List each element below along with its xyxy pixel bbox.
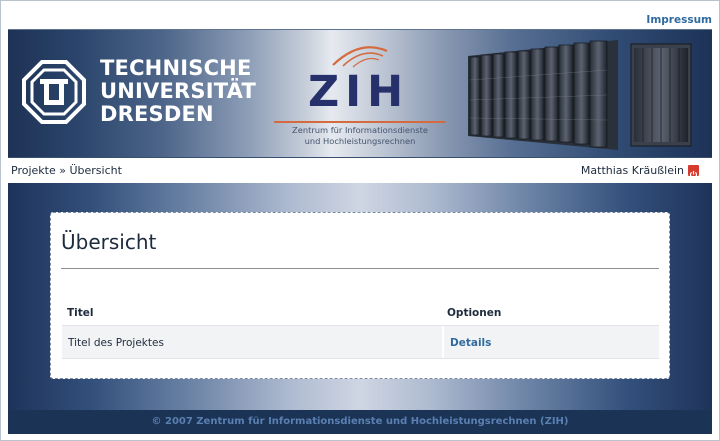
page-title: Übersicht: [61, 230, 157, 254]
zih-divider: [274, 121, 446, 123]
breadcrumb-projekte-link[interactable]: Projekte: [11, 164, 56, 177]
power-icon[interactable]: [688, 165, 699, 179]
breadcrumb-bar: Projekte » Übersicht Matthias Kräußlein: [8, 162, 712, 180]
server-rack-image: [468, 40, 692, 150]
content-area: Übersicht Titel Optionen Titel des Proje…: [8, 183, 712, 410]
zih-subtitle-line-1: Zentrum für Informationsdienste: [292, 125, 428, 135]
tu-dresden-wordmark: TECHNISCHE UNIVERSITÄT DRESDEN: [100, 57, 256, 126]
impressum-link[interactable]: Impressum: [646, 14, 712, 26]
column-separator: [442, 326, 444, 358]
details-link[interactable]: Details: [450, 337, 491, 349]
column-header-titel: Titel: [67, 307, 94, 319]
tu-dresden-logo-icon: [22, 60, 86, 124]
breadcrumb-separator: »: [59, 164, 66, 177]
overview-panel: Übersicht Titel Optionen Titel des Proje…: [50, 212, 670, 379]
zih-subtitle: Zentrum für Informationsdienste und Hoch…: [270, 125, 450, 147]
breadcrumb-current: Übersicht: [69, 164, 122, 177]
logout-power-glyph-icon: [689, 171, 698, 179]
column-header-optionen: Optionen: [447, 307, 502, 319]
project-title-cell: Titel des Projektes: [68, 337, 164, 349]
signal-arcs-icon: [332, 46, 388, 68]
header-banner: TECHNISCHE UNIVERSITÄT DRESDEN ZIH Zentr…: [8, 29, 712, 158]
zih-title: ZIH: [308, 67, 410, 117]
title-divider: [61, 268, 659, 269]
tu-line-1: TECHNISCHE: [100, 56, 252, 80]
table-row: Titel des Projektes Details: [62, 325, 659, 359]
tu-line-3: DRESDEN: [100, 102, 214, 126]
breadcrumb: Projekte » Übersicht: [11, 164, 122, 177]
user-name: Matthias Kräußlein: [580, 164, 684, 177]
zih-logo: ZIH Zentrum für Informationsdienste und …: [270, 39, 450, 149]
zih-subtitle-line-2: und Hochleistungsrechnen: [304, 136, 416, 146]
tu-line-2: UNIVERSITÄT: [100, 79, 256, 103]
footer: © 2007 Zentrum für Informationsdienste u…: [8, 410, 712, 434]
